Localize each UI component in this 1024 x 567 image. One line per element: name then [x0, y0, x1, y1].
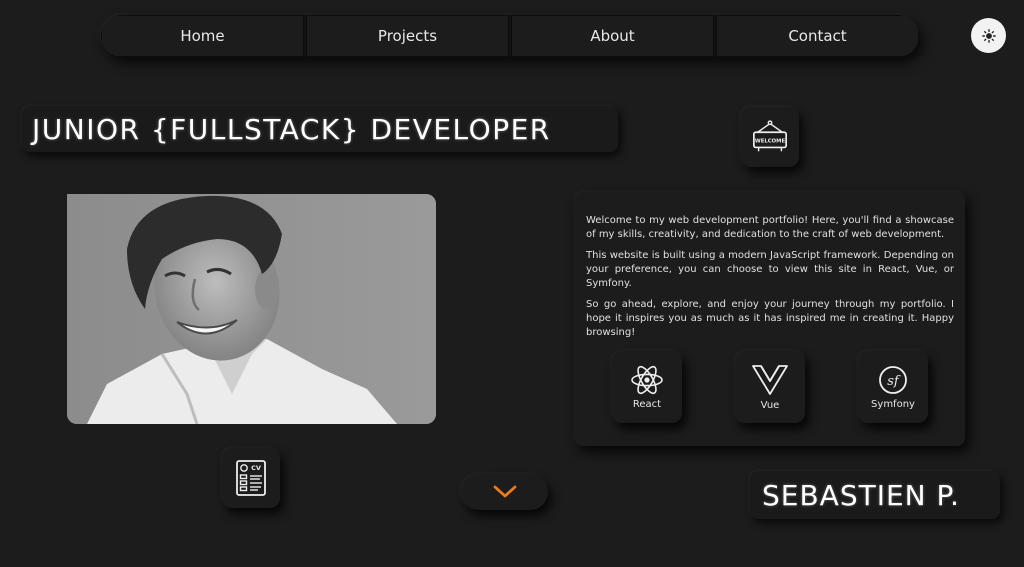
nav-item-projects[interactable]: Projects — [304, 15, 509, 57]
cv-document-icon: CV — [236, 460, 266, 496]
nav-item-home[interactable]: Home — [101, 15, 304, 57]
name-box: SEBASTIEN P. — [750, 471, 1000, 519]
symfony-icon: sf — [879, 365, 907, 394]
page-title: JUNIOR {FULLSTACK} DEVELOPER — [32, 112, 551, 146]
job-title-box: JUNIOR {FULLSTACK} DEVELOPER — [22, 106, 618, 152]
react-label: React — [632, 398, 662, 410]
react-icon — [631, 365, 663, 394]
main-nav: Home Projects About Contact — [101, 15, 919, 57]
vue-label: Vue — [760, 399, 780, 411]
intro-text: Welcome to my web development portfolio!… — [586, 214, 954, 347]
intro-card: Welcome to my web development portfolio!… — [575, 192, 965, 446]
welcome-sign-box: WELCOME — [741, 107, 799, 167]
intro-paragraph: Welcome to my web development portfolio!… — [586, 215, 954, 240]
welcome-sign-icon: WELCOME — [752, 120, 788, 152]
nav-item-contact[interactable]: Contact — [714, 15, 919, 57]
svg-text:sf: sf — [887, 374, 901, 389]
intro-paragraph: So go ahead, explore, and enjoy your jou… — [586, 299, 954, 338]
developer-name: SEBASTIEN P. — [762, 478, 960, 512]
symfony-label: Symfony — [871, 398, 915, 410]
symfony-button[interactable]: sf Symfony — [858, 351, 928, 423]
scroll-down-button[interactable] — [461, 474, 548, 510]
sun-icon — [981, 28, 996, 43]
cv-icon-text: CV — [251, 464, 261, 472]
chevron-down-icon — [493, 485, 516, 498]
vue-button[interactable]: Vue — [735, 351, 805, 423]
nav-item-about[interactable]: About — [509, 15, 714, 57]
intro-paragraph: This website is built using a modern Jav… — [586, 250, 954, 289]
react-button[interactable]: React — [612, 351, 682, 423]
cv-download-button[interactable]: CV — [222, 448, 280, 508]
theme-toggle-button[interactable] — [971, 18, 1006, 53]
welcome-sign-text: WELCOME — [755, 139, 786, 145]
profile-photo — [67, 194, 436, 424]
vue-icon — [752, 364, 788, 395]
